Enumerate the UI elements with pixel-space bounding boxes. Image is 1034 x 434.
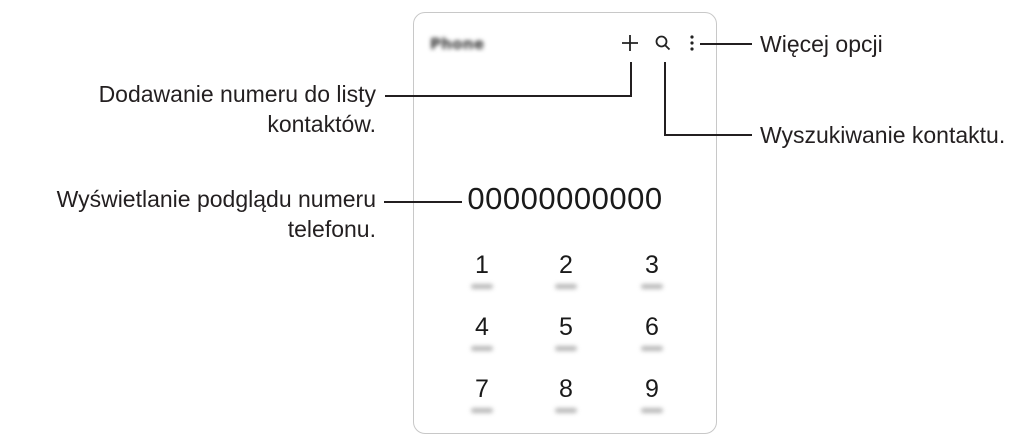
callout-add-contact: Dodawanie numeru do listy kontaktów. (99, 79, 376, 139)
callout-add-contact-line2: kontaktów. (267, 111, 376, 137)
leader-line-add-contact (385, 62, 632, 97)
callout-more-options: Więcej opcji (760, 31, 883, 57)
callout-number-preview-line1: Wyświetlanie podglądu numeru (56, 186, 376, 212)
callout-add-contact-line1: Dodawanie numeru do listy (98, 81, 376, 107)
callout-number-preview-line2: telefonu. (287, 216, 376, 242)
callout-search-contact: Wyszukiwanie kontaktu. (760, 122, 1006, 148)
leader-line-search (664, 62, 752, 136)
callout-number-preview: Wyświetlanie podglądu numeru telefonu. (57, 184, 376, 244)
